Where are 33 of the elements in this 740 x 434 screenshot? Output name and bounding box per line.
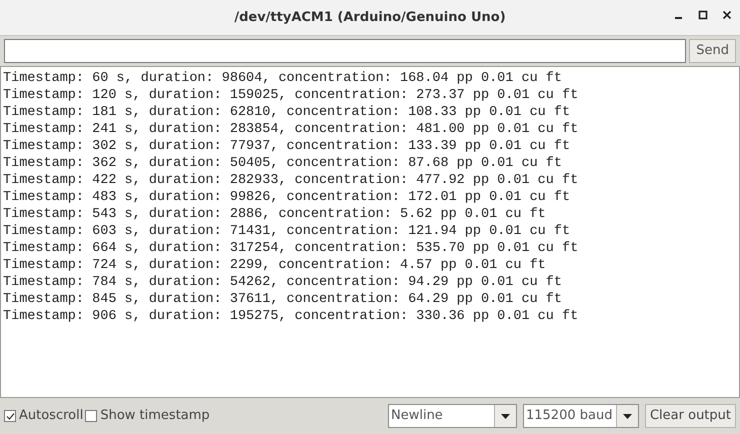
baud-rate-dropdown[interactable]: 115200 baud [522,404,639,428]
line-ending-value: Newline [390,407,444,425]
clear-output-button[interactable]: Clear output [644,404,736,428]
maximize-icon[interactable] [698,10,708,20]
output-line: Timestamp: 120 s, duration: 159025, concentration: 273.37 pp 0.01 cu ft [3,87,578,104]
output-line: Timestamp: 724 s, duration: 2299, concentration: 4.57 pp 0.01 cu ft [3,257,546,274]
output-line: Timestamp: 483 s, duration: 99826, concentration: 172.01 pp 0.01 cu ft [3,189,570,206]
check-icon [6,412,14,420]
dropdown-button[interactable] [616,405,638,427]
caret-icon [622,414,632,418]
output-line: Timestamp: 241 s, duration: 283854, concentration: 481.00 pp 0.01 cu ft [3,121,578,138]
send-button[interactable]: Send [689,39,736,63]
caret-icon [500,414,510,418]
window-title: /dev/ttyACM1 (Arduino/Genuino Uno) [234,8,506,27]
checkbox-label: Show timestamp [100,407,210,426]
output-line: Timestamp: 302 s, duration: 77937, concentration: 133.39 pp 0.01 cu ft [3,138,570,155]
output-line: Timestamp: 845 s, duration: 37611, concentration: 64.29 pp 0.01 cu ft [3,291,562,308]
checkbox[interactable] [85,410,98,422]
line-ending-dropdown[interactable]: Newline [388,404,517,428]
output-line: Timestamp: 543 s, duration: 2886, concentration: 5.62 pp 0.01 cu ft [3,206,546,223]
output-line: Timestamp: 603 s, duration: 71431, concentration: 121.94 pp 0.01 cu ft [3,223,570,240]
close-icon[interactable] [722,10,732,20]
output-line: Timestamp: 422 s, duration: 282933, concentration: 477.92 pp 0.01 cu ft [3,172,578,189]
output-line: Timestamp: 181 s, duration: 62810, concentration: 108.33 pp 0.01 cu ft [3,104,570,121]
checkbox[interactable] [4,410,16,422]
dropdown-button[interactable] [494,405,516,427]
output-line: Timestamp: 906 s, duration: 195275, concentration: 330.36 pp 0.01 cu ft [3,308,578,325]
output-line: Timestamp: 362 s, duration: 50405, concentration: 87.68 pp 0.01 cu ft [3,155,562,172]
baud-rate-value: 115200 baud [524,407,614,425]
output-line: Timestamp: 784 s, duration: 54262, concentration: 94.29 pp 0.01 cu ft [3,274,562,291]
output-line: Timestamp: 60 s, duration: 98604, concentration: 168.04 pp 0.01 cu ft [3,70,562,87]
checkbox-label: Autoscroll [19,407,84,426]
output-line: Timestamp: 664 s, duration: 317254, concentration: 535.70 pp 0.01 cu ft [3,240,578,257]
